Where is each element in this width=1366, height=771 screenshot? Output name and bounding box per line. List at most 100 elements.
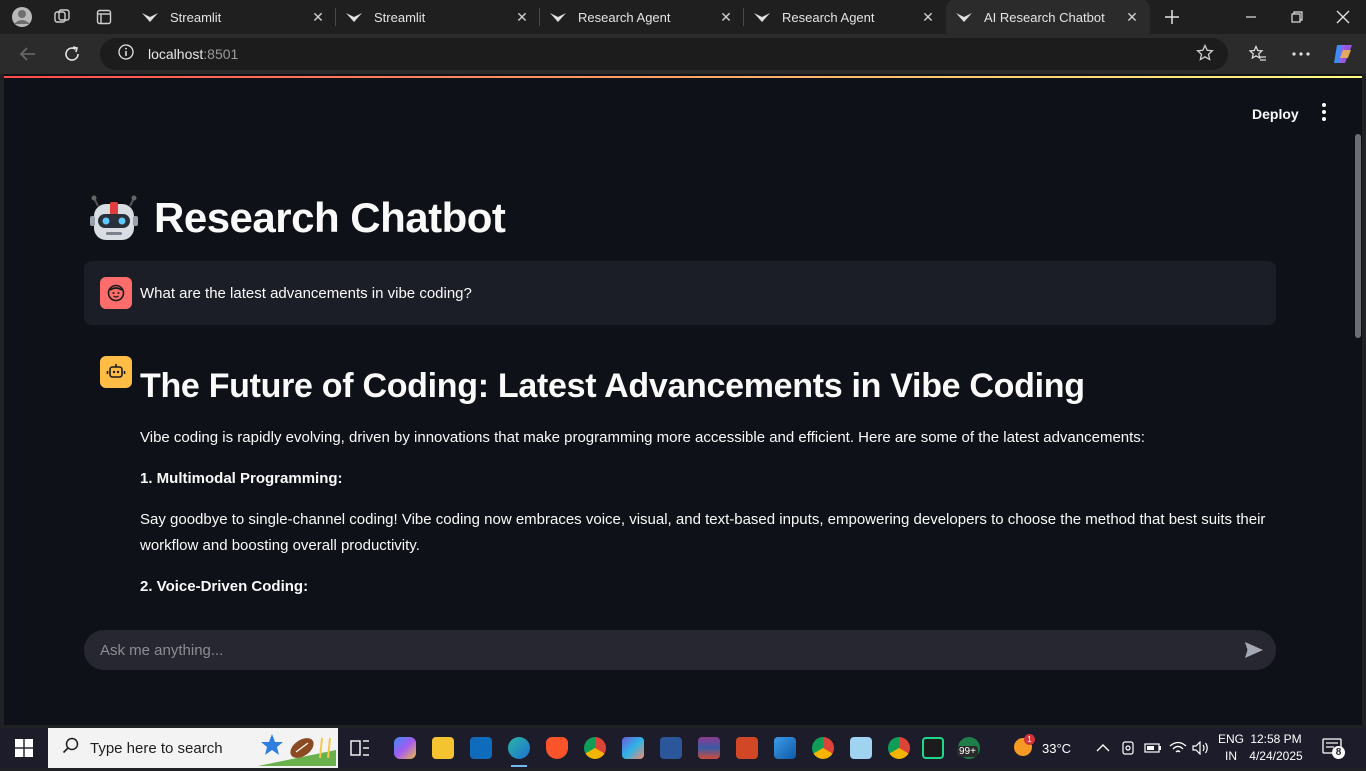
chat-input[interactable] <box>100 641 1220 659</box>
page-header: Research Chatbot <box>88 192 506 244</box>
word-icon[interactable] <box>655 732 687 764</box>
search-highlight-icon <box>258 730 336 771</box>
wifi-icon[interactable] <box>1169 728 1187 768</box>
response-item-title: 2. Voice-Driven Coding: <box>140 577 309 595</box>
browser-tab-strip: Streamlit ✕ Streamlit ✕ Research Agent ✕… <box>0 0 1366 34</box>
photos-icon[interactable] <box>769 732 801 764</box>
deploy-button[interactable]: Deploy <box>1244 102 1307 126</box>
tab-label: Research Agent <box>782 9 875 25</box>
weather-sun-icon: 1 <box>1012 733 1035 761</box>
system-clock[interactable]: 12:58 PM 4/24/2025 <box>1248 731 1304 765</box>
restore-window-icon[interactable] <box>1274 0 1320 34</box>
site-info-icon[interactable] <box>118 43 134 65</box>
url-host: localhost <box>148 46 204 62</box>
clock-time: 12:58 PM <box>1250 732 1302 746</box>
windows-start-icon[interactable] <box>0 728 48 768</box>
region-code: IN <box>1225 749 1237 763</box>
page-title: Research Chatbot <box>154 194 506 241</box>
refresh-icon[interactable] <box>56 38 88 70</box>
user-message-text: What are the latest advancements in vibe… <box>140 284 472 302</box>
assistant-avatar-icon <box>100 356 132 388</box>
tab-label: AI Research Chatbot <box>984 9 1105 25</box>
response-item-title: 1. Multimodal Programming: <box>140 469 343 487</box>
windows-taskbar: Type here to search 99+ 1 33°C ENG IN 12… <box>0 728 1366 768</box>
battery-icon[interactable] <box>1144 728 1162 768</box>
clock-date: 4/24/2025 <box>1249 749 1303 763</box>
meet-now-icon[interactable] <box>1120 728 1136 768</box>
streamlit-favicon-icon <box>754 9 770 25</box>
brave-icon[interactable] <box>541 732 573 764</box>
chrome-profile-icon[interactable] <box>883 732 915 764</box>
volume-icon[interactable] <box>1192 728 1210 768</box>
favorite-star-icon[interactable] <box>1196 43 1214 67</box>
decoration-bar <box>4 76 1362 78</box>
close-tab-icon[interactable]: ✕ <box>916 5 940 29</box>
more-options-icon[interactable] <box>1285 38 1317 70</box>
tab-label: Streamlit <box>170 9 222 25</box>
response-item-body: Say goodbye to single-channel coding! Vi… <box>140 510 1266 554</box>
close-tab-icon[interactable]: ✕ <box>510 5 534 29</box>
browser-tab[interactable]: Research Agent ✕ <box>744 0 946 34</box>
m365-icon[interactable] <box>617 732 649 764</box>
edge-icon[interactable] <box>503 732 535 767</box>
user-avatar-icon <box>100 277 132 309</box>
profile-avatar-icon[interactable] <box>5 0 39 34</box>
pycharm-icon[interactable] <box>917 732 949 764</box>
response-heading: The Future of Coding: Latest Advancement… <box>140 367 1085 405</box>
new-tab-icon[interactable] <box>1155 0 1189 34</box>
favorites-icon[interactable] <box>1242 38 1274 70</box>
streamlit-favicon-icon <box>346 9 362 25</box>
user-chat-message: What are the latest advancements in vibe… <box>84 261 1276 325</box>
response-intro: Vibe coding is rapidly evolving, driven … <box>140 428 1145 446</box>
outlook-icon[interactable] <box>465 732 497 764</box>
chrome-icon[interactable] <box>579 732 611 764</box>
powerpoint-icon[interactable] <box>731 732 763 764</box>
weather-alert-badge: 1 <box>1024 733 1035 745</box>
send-icon[interactable] <box>1244 640 1264 660</box>
back-arrow-icon[interactable] <box>12 38 44 70</box>
robot-emoji-icon <box>88 192 140 244</box>
main-menu-icon[interactable] <box>1314 102 1334 122</box>
url-port: :8501 <box>203 46 239 62</box>
weather-widget[interactable]: 1 33°C <box>1012 728 1071 768</box>
assistant-chat-message: The Future of Coding: Latest Advancement… <box>140 366 1280 615</box>
browser-toolbar: localhost:8501 <box>0 34 1366 74</box>
language-code: ENG <box>1217 732 1244 746</box>
streamlit-app: Deploy Research Chatbot What are the lat… <box>4 74 1362 725</box>
file-explorer-icon[interactable] <box>427 732 459 764</box>
minimize-window-icon[interactable] <box>1228 0 1274 34</box>
app-badge-count: 99+ <box>957 746 978 757</box>
app-badge-icon[interactable]: 99+ <box>953 732 985 764</box>
notification-count: 8 <box>1332 746 1345 759</box>
copilot-taskbar-icon[interactable] <box>389 732 421 764</box>
close-window-icon[interactable] <box>1320 0 1366 34</box>
weather-temperature: 33°C <box>1042 740 1072 756</box>
browser-tab[interactable]: Streamlit ✕ <box>132 0 336 34</box>
address-bar[interactable]: localhost:8501 <box>100 38 1228 70</box>
copilot-icon[interactable] <box>1327 38 1359 70</box>
show-hidden-icons-icon[interactable] <box>1096 728 1110 768</box>
close-tab-icon[interactable]: ✕ <box>306 5 330 29</box>
streamlit-favicon-icon <box>142 9 158 25</box>
browser-tab[interactable]: Research Agent ✕ <box>540 0 744 34</box>
close-tab-icon[interactable]: ✕ <box>1120 5 1144 29</box>
tab-label: Streamlit <box>374 9 426 25</box>
streamlit-favicon-icon <box>956 9 972 25</box>
task-view-icon[interactable] <box>344 732 376 764</box>
notepad-icon[interactable] <box>845 732 877 764</box>
chrome-profile-icon[interactable] <box>807 732 839 764</box>
close-tab-icon[interactable]: ✕ <box>714 5 738 29</box>
browser-tab-active[interactable]: AI Research Chatbot ✕ <box>946 0 1150 34</box>
winrar-icon[interactable] <box>693 732 725 764</box>
workspaces-icon[interactable] <box>45 0 79 34</box>
input-language-indicator[interactable]: ENG IN <box>1214 731 1248 765</box>
tab-label: Research Agent <box>578 9 671 25</box>
search-icon <box>62 737 80 760</box>
browser-tab[interactable]: Streamlit ✕ <box>336 0 540 34</box>
search-placeholder: Type here to search <box>90 739 223 757</box>
taskbar-search-box[interactable]: Type here to search <box>48 728 338 768</box>
tab-actions-icon[interactable] <box>87 0 121 34</box>
notification-center-icon[interactable]: 8 <box>1322 728 1345 768</box>
url-text: localhost:8501 <box>148 46 238 62</box>
scrollbar[interactable] <box>1355 134 1361 338</box>
